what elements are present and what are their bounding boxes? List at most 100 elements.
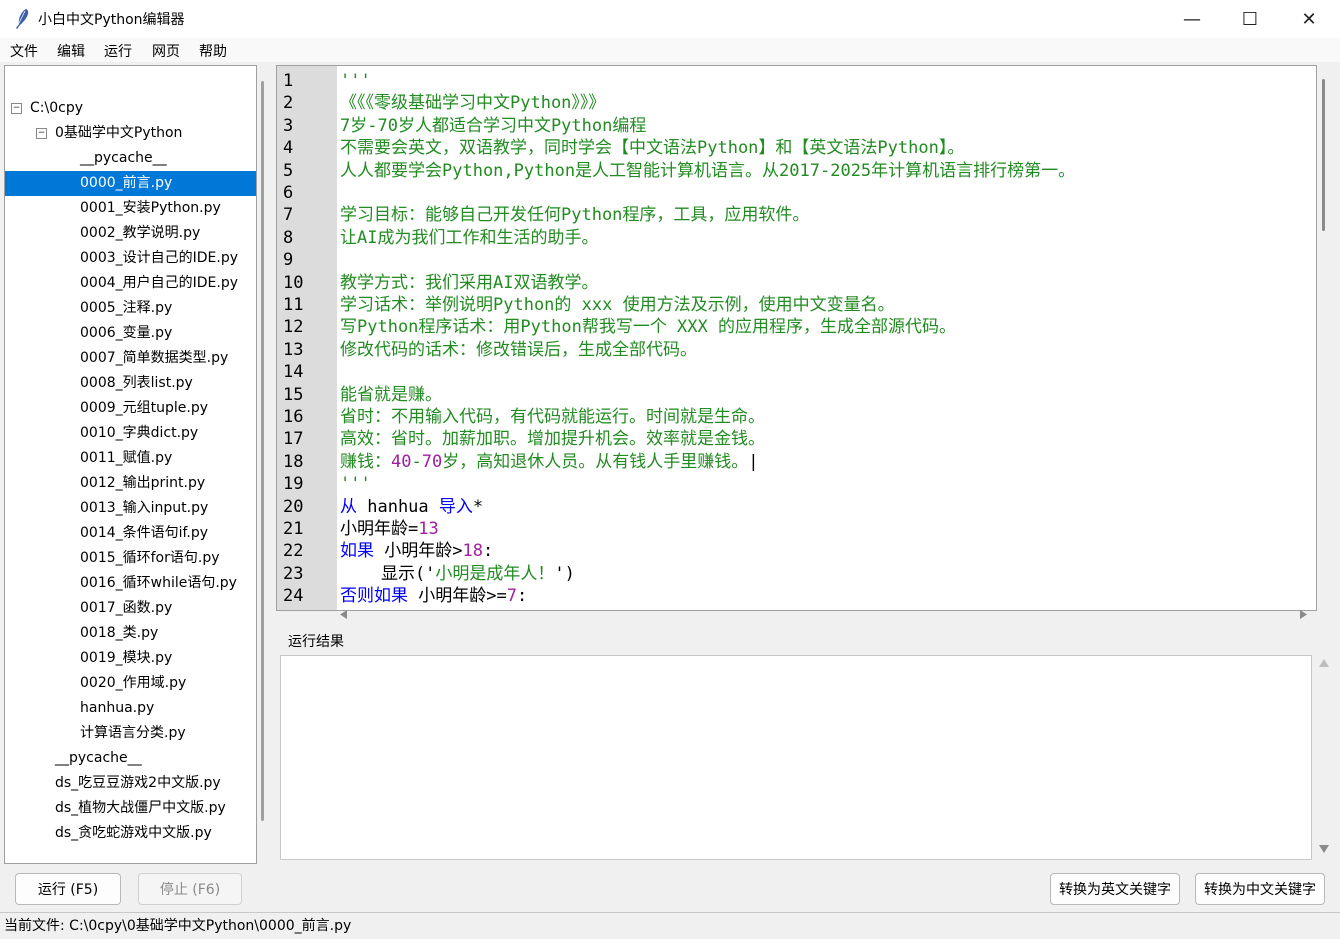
feather-icon xyxy=(16,9,29,29)
tree-folder[interactable]: −0基础学中文Python xyxy=(5,121,256,146)
code-line: 高效：省时。加薪加职。增加提升机会。效率就是金钱。 xyxy=(340,428,765,450)
code-token: * xyxy=(472,496,484,517)
tree-file-item[interactable]: 0013_输入input.py xyxy=(5,496,256,521)
tree-file-item[interactable]: 0016_循环while语句.py xyxy=(5,571,256,596)
code-token: 学习目标：能够自己开发任何Python程序，工具，应用软件。 xyxy=(340,205,810,226)
convert-to-english-button[interactable]: 转换为英文关键字 xyxy=(1050,873,1180,905)
tree-file-item[interactable]: 0017_函数.py xyxy=(5,596,256,621)
code-token: | xyxy=(748,451,759,472)
tree-item-label: 0004_用户自己的IDE.py xyxy=(80,275,239,291)
code-token: 小明年龄> xyxy=(374,541,463,562)
code-line: 修改代码的话术：修改错误后，生成全部代码。 xyxy=(340,339,697,361)
code-token: 从 xyxy=(340,496,357,517)
menu-file[interactable]: 文件 xyxy=(10,41,38,61)
tree-item-label: 0001_安装Python.py xyxy=(80,200,221,216)
menu-web[interactable]: 网页 xyxy=(152,41,180,61)
scroll-left-icon[interactable] xyxy=(340,610,348,619)
tree-file-item[interactable]: 0009_元组tuple.py xyxy=(5,396,256,421)
editor-scrollbar[interactable] xyxy=(1318,65,1330,609)
code-line: 《《《零级基础学习中文Python》》》 xyxy=(340,92,605,114)
convert-to-chinese-button[interactable]: 转换为中文关键字 xyxy=(1195,873,1325,905)
file-tree[interactable]: − C:\0cpy −0基础学中文Python __pycache__ 0000_前言.… xyxy=(4,65,257,864)
code-token: 18 xyxy=(462,541,483,562)
line-number: 19 xyxy=(283,474,304,495)
line-number: 11 xyxy=(283,295,304,315)
tree-file-item[interactable]: __pycache__ xyxy=(5,146,256,171)
tree-item-label: 0011_赋值.py xyxy=(80,450,173,466)
close-button[interactable]: ✕ xyxy=(1280,0,1338,38)
tree-file-item[interactable]: 0007_简单数据类型.py xyxy=(5,346,256,371)
code-line: 7岁-70岁人都适合学习中文Python编程 xyxy=(340,115,646,137)
tree-file-item[interactable]: 0004_用户自己的IDE.py xyxy=(5,271,256,296)
tree-item-label: 0012_输出print.py xyxy=(80,475,206,491)
code-line: 从 hanhua 导入* xyxy=(340,496,483,518)
tree-file-item[interactable]: 0002_教学说明.py xyxy=(5,221,256,246)
code-token: 小明年龄= xyxy=(340,519,419,539)
tree-file-item[interactable]: hanhua.py xyxy=(5,696,256,721)
tree-file-item[interactable]: ds_吃豆豆游戏2中文版.py xyxy=(5,771,256,796)
tree-file-item[interactable]: 0003_设计自己的IDE.py xyxy=(5,246,256,271)
code-line: 学习目标：能够自己开发任何Python程序，工具，应用软件。 xyxy=(340,204,809,226)
tree-file-item[interactable]: 0019_模块.py xyxy=(5,646,256,671)
tree-file-item[interactable]: 0012_输出print.py xyxy=(5,471,256,496)
tree-root-folder-collapse-icon[interactable]: − xyxy=(11,103,22,114)
scroll-right-icon[interactable] xyxy=(1300,610,1308,619)
tree-file-item[interactable]: 0001_安装Python.py xyxy=(5,196,256,221)
tree-file-item[interactable]: 0018_类.py xyxy=(5,621,256,646)
code-token: 70 xyxy=(421,451,443,472)
output-scrollbar[interactable] xyxy=(1314,655,1334,858)
code-line: 人人都要学会Python,Python是人工智能计算机语言。从2017-2025… xyxy=(340,160,1075,182)
editor-horizontal-scrollbar[interactable] xyxy=(276,604,1315,624)
code-token: ''' xyxy=(340,71,371,91)
tree-file-item[interactable]: 0005_注释.py xyxy=(5,296,256,321)
tree-item-label: 0基础学中文Python xyxy=(55,125,183,141)
window-title: 小白中文Python编辑器 xyxy=(38,12,185,28)
line-number: 13 xyxy=(283,339,304,360)
code-token: ') xyxy=(554,563,575,584)
tree-item-label: 0013_输入input.py xyxy=(80,500,209,516)
title-bar: 小白中文Python编辑器 — ☐ ✕ xyxy=(0,0,1340,38)
tree-folder-collapse-icon[interactable]: − xyxy=(36,128,47,139)
code-line: 显示('小明是成年人！') xyxy=(340,563,575,585)
tree-file-item[interactable]: 0010_字典dict.py xyxy=(5,421,256,446)
code-token: 省时：不用输入代码，有代码就能运行。时间就是生命。 xyxy=(340,407,765,427)
minimize-button[interactable]: — xyxy=(1163,0,1221,38)
tree-file-item[interactable]: 0008_列表list.py xyxy=(5,371,256,396)
tree-item-label: 0000_前言.py xyxy=(80,175,173,191)
code-line: 能省就是赚。 xyxy=(340,384,442,406)
line-number: 10 xyxy=(283,272,304,293)
tree-file-item[interactable]: 0014_条件语句if.py xyxy=(5,521,256,546)
stop-button[interactable]: 停止 (F6) xyxy=(138,873,242,905)
code-token: 13 xyxy=(418,519,439,539)
menu-run[interactable]: 运行 xyxy=(104,41,132,61)
scroll-down-icon[interactable] xyxy=(1319,845,1329,854)
line-number: 17 xyxy=(283,429,304,450)
tree-file-item[interactable]: 0000_前言.py xyxy=(5,171,256,196)
tree-scrollbar[interactable] xyxy=(259,65,267,862)
menu-bar: 文件 编辑 运行 网页 帮助 xyxy=(0,38,1340,62)
code-editor[interactable]: 1 2 3 4 5 6 7 8 9 10 11 12 13 14 15 16 17 18 19 20 21 22 23 24 … xyxy=(276,65,1317,611)
output-panel[interactable] xyxy=(280,655,1312,860)
tree-item-label: __pycache__ xyxy=(55,750,142,766)
maximize-icon: ☐ xyxy=(1241,8,1259,30)
scroll-up-icon[interactable] xyxy=(1319,659,1329,668)
tree-item-label: 0019_模块.py xyxy=(80,650,173,666)
tree-file-item[interactable]: ds_贪吃蛇游戏中文版.py xyxy=(5,821,256,846)
maximize-button[interactable]: ☐ xyxy=(1221,0,1279,38)
tree-file-item[interactable]: 0015_循环for语句.py xyxy=(5,546,256,571)
tree-file-item[interactable]: 0020_作用域.py xyxy=(5,671,256,696)
tree-file-item[interactable]: 0006_变量.py xyxy=(5,321,256,346)
menu-help[interactable]: 帮助 xyxy=(199,41,227,61)
menu-edit[interactable]: 编辑 xyxy=(57,41,85,61)
tree-file-item[interactable]: ds_植物大战僵尸中文版.py xyxy=(5,796,256,821)
tree-file-item[interactable]: 0011_赋值.py xyxy=(5,446,256,471)
tree-root-folder[interactable]: − C:\0cpy xyxy=(5,96,256,121)
tree-item-label: ds_吃豆豆游戏2中文版.py xyxy=(55,775,221,791)
run-button[interactable]: 运行 (F5) xyxy=(15,873,121,905)
line-number: 4 xyxy=(283,138,294,159)
line-number: 8 xyxy=(283,227,294,248)
code-token: 能省就是赚。 xyxy=(340,384,442,405)
tree-file-item[interactable]: __pycache__ xyxy=(5,746,256,771)
tree-file-item[interactable]: 计算语言分类.py xyxy=(5,721,256,746)
tree-item-label: 0014_条件语句if.py xyxy=(80,525,209,541)
